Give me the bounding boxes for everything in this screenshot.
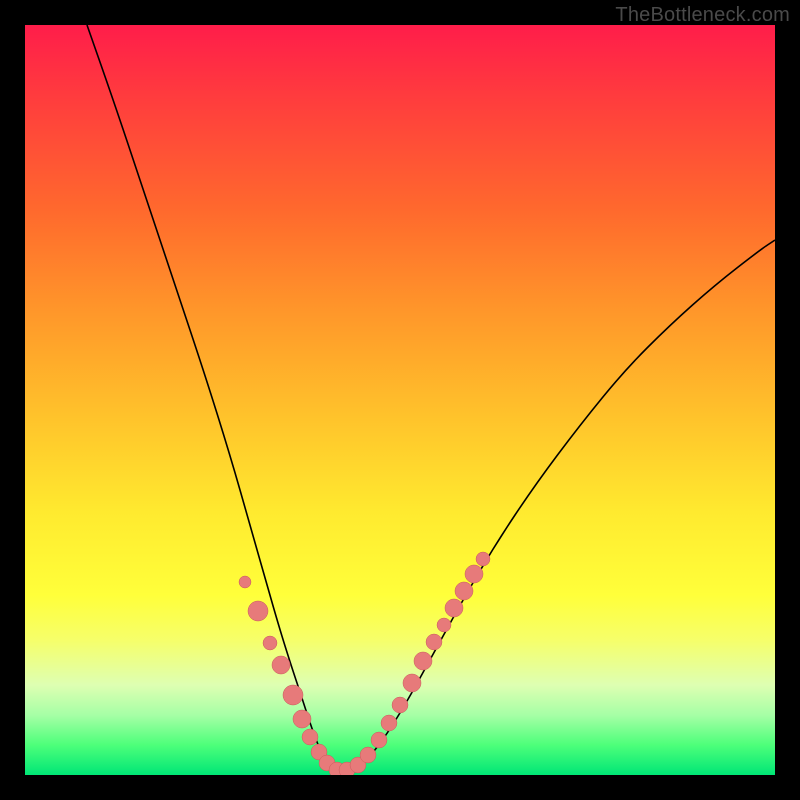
plot-area: [25, 25, 775, 775]
watermark-text: TheBottleneck.com: [615, 4, 790, 27]
data-dot: [437, 618, 451, 632]
data-dot: [302, 729, 318, 745]
data-dot: [476, 552, 490, 566]
data-dot: [293, 710, 311, 728]
data-dot: [248, 601, 268, 621]
data-dot: [283, 685, 303, 705]
chart-svg: [25, 25, 775, 775]
bottleneck-curve-left: [87, 25, 337, 775]
data-dot: [445, 599, 463, 617]
data-dot: [426, 634, 442, 650]
data-dot: [414, 652, 432, 670]
data-dots-group: [239, 552, 490, 775]
data-dot: [272, 656, 290, 674]
data-dot: [239, 576, 251, 588]
data-dot: [381, 715, 397, 731]
data-dot: [403, 674, 421, 692]
bottleneck-curve-right: [337, 240, 775, 775]
outer-frame: TheBottleneck.com: [0, 0, 800, 800]
data-dot: [371, 732, 387, 748]
data-dot: [455, 582, 473, 600]
data-dot: [360, 747, 376, 763]
data-dot: [465, 565, 483, 583]
data-dot: [263, 636, 277, 650]
data-dot: [392, 697, 408, 713]
